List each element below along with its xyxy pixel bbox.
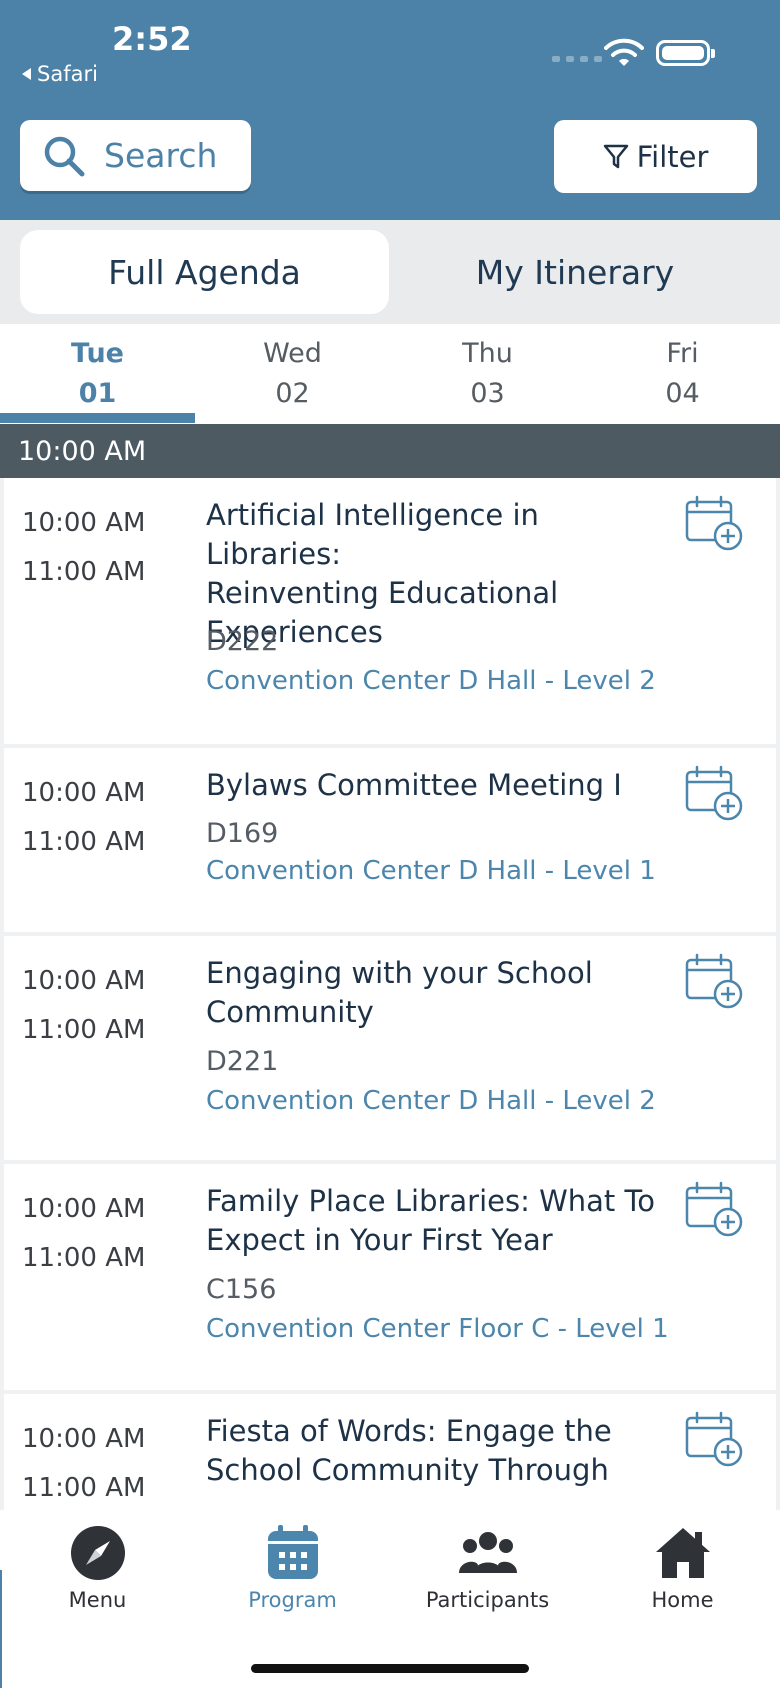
session-list[interactable]: 10:00 AM 11:00 AM Artificial Intelligenc…: [0, 478, 780, 1510]
session-title-line: Expect in Your First Year: [206, 1223, 553, 1257]
tab-label: Menu: [68, 1588, 127, 1612]
day-number: 04: [665, 378, 700, 409]
session-start-time: 10:00 AM: [22, 1194, 146, 1224]
day-tab-thu[interactable]: Thu 03: [390, 334, 585, 414]
search-icon: [44, 136, 85, 176]
session-start-time: 10:00 AM: [22, 778, 146, 808]
tab-full-agenda[interactable]: Full Agenda: [20, 230, 389, 314]
session-title[interactable]: Engaging with your School Community: [206, 954, 676, 1032]
tab-home[interactable]: Home: [585, 1522, 780, 1612]
session-title-line: Engaging with your School: [206, 956, 593, 990]
tab-label: Program: [248, 1588, 337, 1612]
session-end-time: 11:00 AM: [22, 827, 146, 857]
compass-icon: [70, 1526, 125, 1580]
search-button[interactable]: Search: [20, 120, 251, 191]
session-title-line: Reinventing Educational: [206, 576, 559, 610]
add-to-calendar-icon[interactable]: [684, 494, 744, 552]
tab-label: Participants: [425, 1588, 550, 1612]
session-venue[interactable]: Convention Center D Hall - Level 2: [206, 666, 656, 696]
session-card[interactable]: 10:00 AM 11:00 AM Engaging with your Sch…: [4, 936, 776, 1160]
active-day-indicator: [0, 413, 195, 423]
add-to-calendar-icon[interactable]: [684, 1180, 744, 1238]
session-start-time: 10:00 AM: [22, 966, 146, 996]
day-name: Tue: [71, 338, 124, 369]
session-card[interactable]: 10:00 AM 11:00 AM Fiesta of Words: Engag…: [4, 1394, 776, 1510]
session-start-time: 10:00 AM: [22, 1424, 146, 1454]
day-name: Fri: [666, 338, 699, 369]
day-number: 03: [470, 378, 505, 409]
session-title-line: Community: [206, 995, 374, 1029]
day-name: Thu: [462, 338, 513, 369]
home-indicator[interactable]: [251, 1664, 529, 1673]
session-title-line: Bylaws Committee Meeting I: [206, 768, 622, 802]
day-selector: Tue 01 Wed 02 Thu 03 Fri 04: [0, 324, 780, 424]
tab-program[interactable]: Program: [195, 1522, 390, 1612]
tab-menu[interactable]: Menu: [0, 1522, 195, 1612]
add-to-calendar-icon[interactable]: [684, 1410, 744, 1468]
session-end-time: 11:00 AM: [22, 557, 146, 587]
session-room: D169: [206, 818, 279, 849]
session-venue[interactable]: Convention Center D Hall - Level 1: [206, 856, 656, 886]
session-room: D221: [206, 1046, 279, 1077]
session-end-time: 11:00 AM: [22, 1015, 146, 1045]
tab-participants[interactable]: Participants: [390, 1522, 585, 1612]
session-card[interactable]: 10:00 AM 11:00 AM Artificial Intelligenc…: [4, 478, 776, 744]
add-to-calendar-icon[interactable]: [684, 764, 744, 822]
session-title-line: Artificial Intelligence in Libraries:: [206, 498, 539, 571]
back-arrow-icon: [22, 68, 31, 80]
left-edge-strip: [0, 1570, 2, 1688]
session-card[interactable]: 10:00 AM 11:00 AM Bylaws Committee Meeti…: [4, 748, 776, 932]
session-end-time: 11:00 AM: [22, 1243, 146, 1273]
day-number: 02: [275, 378, 310, 409]
add-to-calendar-icon[interactable]: [684, 952, 744, 1010]
filter-button[interactable]: Filter: [554, 120, 757, 193]
session-end-time: 11:00 AM: [22, 1473, 146, 1503]
session-venue[interactable]: Convention Center Floor C - Level 1: [206, 1314, 669, 1344]
tab-label: Home: [651, 1588, 714, 1612]
tab-my-itinerary[interactable]: My Itinerary: [389, 230, 761, 314]
day-number: 01: [78, 378, 117, 409]
calendar-icon: [267, 1525, 318, 1579]
people-icon: [458, 1532, 517, 1573]
session-venue[interactable]: Convention Center D Hall - Level 2: [206, 1086, 656, 1116]
battery-icon: [656, 40, 715, 66]
search-label: Search: [104, 136, 218, 175]
cellular-signal-icon: [552, 56, 602, 62]
session-title-line: Family Place Libraries: What To: [206, 1184, 656, 1218]
app-header: 2:52 Safari Search Filter: [0, 0, 780, 220]
session-title-line: School Community Through: [206, 1453, 609, 1487]
status-time: 2:52: [112, 20, 192, 58]
back-app-label: Safari: [37, 62, 98, 86]
session-title-line: Fiesta of Words: Engage the: [206, 1414, 612, 1448]
session-start-time: 10:00 AM: [22, 508, 146, 538]
session-room: C156: [206, 1274, 277, 1305]
day-tab-fri[interactable]: Fri 04: [585, 334, 780, 414]
day-name: Wed: [263, 338, 322, 369]
session-title[interactable]: Bylaws Committee Meeting I: [206, 766, 676, 805]
agenda-segmented-control: Full Agenda My Itinerary: [0, 220, 780, 324]
session-room: D222: [206, 626, 279, 657]
session-title[interactable]: Fiesta of Words: Engage the School Commu…: [206, 1412, 676, 1490]
bottom-tab-bar: Menu Program Participants Home: [0, 1510, 780, 1688]
day-tab-tue[interactable]: Tue 01: [0, 334, 195, 414]
wifi-icon: [604, 38, 644, 66]
session-card[interactable]: 10:00 AM 11:00 AM Family Place Libraries…: [4, 1164, 776, 1390]
back-to-safari[interactable]: Safari: [22, 62, 98, 86]
time-group-header: 10:00 AM: [0, 424, 780, 478]
day-tab-wed[interactable]: Wed 02: [195, 334, 390, 414]
session-title[interactable]: Family Place Libraries: What To Expect i…: [206, 1182, 676, 1260]
filter-label: Filter: [636, 139, 709, 174]
filter-icon: [603, 144, 628, 168]
home-icon: [655, 1528, 710, 1578]
